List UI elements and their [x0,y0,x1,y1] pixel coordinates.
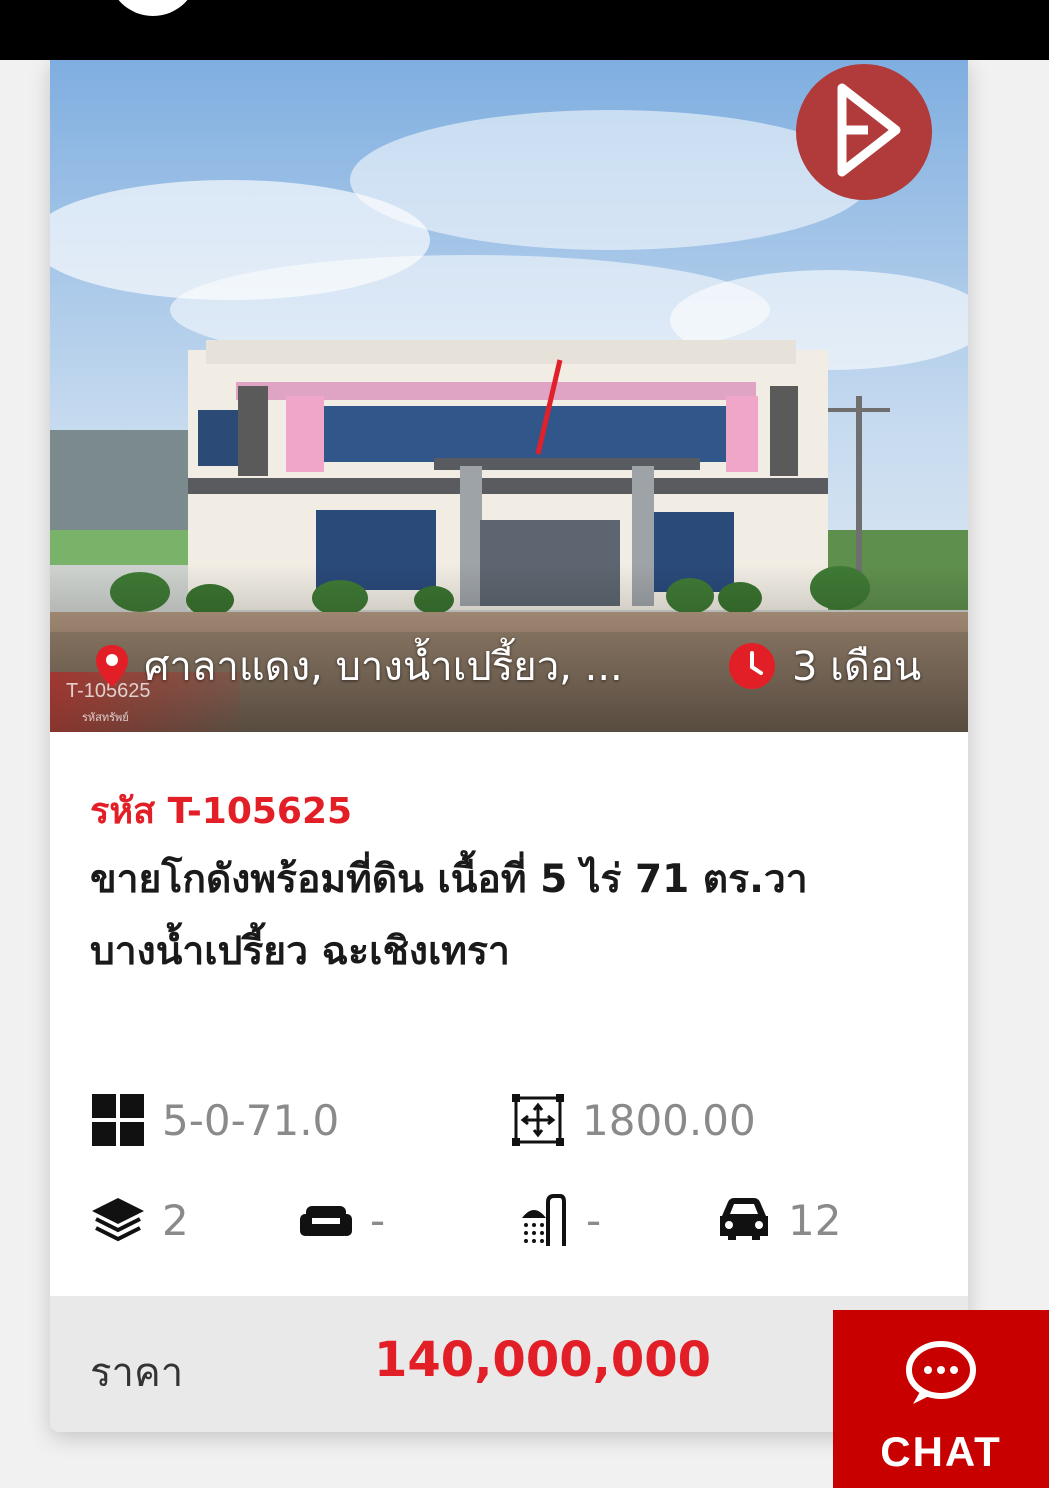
shower-icon [522,1194,566,1246]
posted-time: 3 เดือน [728,638,921,694]
land-grid-icon [92,1094,144,1146]
chat-bubble-icon [906,1341,976,1404]
bathrooms-value: - [586,1195,602,1245]
area-expand-icon [512,1094,564,1146]
property-photo[interactable]: T-105625 รหัสทรัพย์ ศาลาแดง, บางน้ำเปรี้… [50,60,968,732]
top-bar [0,0,1049,60]
location-pin-icon [96,645,128,687]
sofa-icon [300,1206,352,1236]
floors-value: 2 [162,1195,189,1245]
land-area-spec: 5-0-71.0 [90,1092,339,1148]
posted-ago-text: 3 เดือน [792,644,922,690]
bathrooms-spec: - [514,1192,601,1248]
land-area-value: 5-0-71.0 [162,1095,340,1145]
floors-spec: 2 [90,1192,189,1248]
watermark-sub: รหัสทรัพย์ [82,711,129,724]
brand-logo-icon [796,64,932,200]
bedrooms-value: - [370,1195,386,1245]
listing-card[interactable]: T-105625 รหัสทรัพย์ ศาลาแดง, บางน้ำเปรี้… [50,60,968,1432]
location-info: ศาลาแดง, บางน้ำเปรี้ยว, ... [94,638,623,694]
bedrooms-spec: - [298,1192,385,1248]
location-text: ศาลาแดง, บางน้ำเปรี้ยว, ... [144,644,623,690]
avatar[interactable] [108,0,198,16]
usable-area-value: 1800.00 [582,1095,756,1145]
usable-area-spec: 1800.00 [510,1092,756,1148]
listing-title[interactable]: ขายโกดังพร้อมที่ดิน เนื้อที่ 5 ไร่ 71 ตร… [90,844,910,988]
chat-label: CHAT [880,1428,1002,1475]
car-icon [720,1198,768,1240]
clock-icon [729,643,775,689]
parking-spec: 12 [716,1192,841,1248]
parking-value: 12 [788,1195,842,1245]
listing-code: รหัส T-105625 [90,791,353,832]
price-label: ราคา [90,1350,184,1396]
price-value: 140,000,000 [374,1332,712,1388]
chat-button[interactable]: CHAT [833,1310,1049,1488]
price-bar: ราคา 140,000,000 [50,1296,968,1432]
layers-icon [92,1198,144,1242]
